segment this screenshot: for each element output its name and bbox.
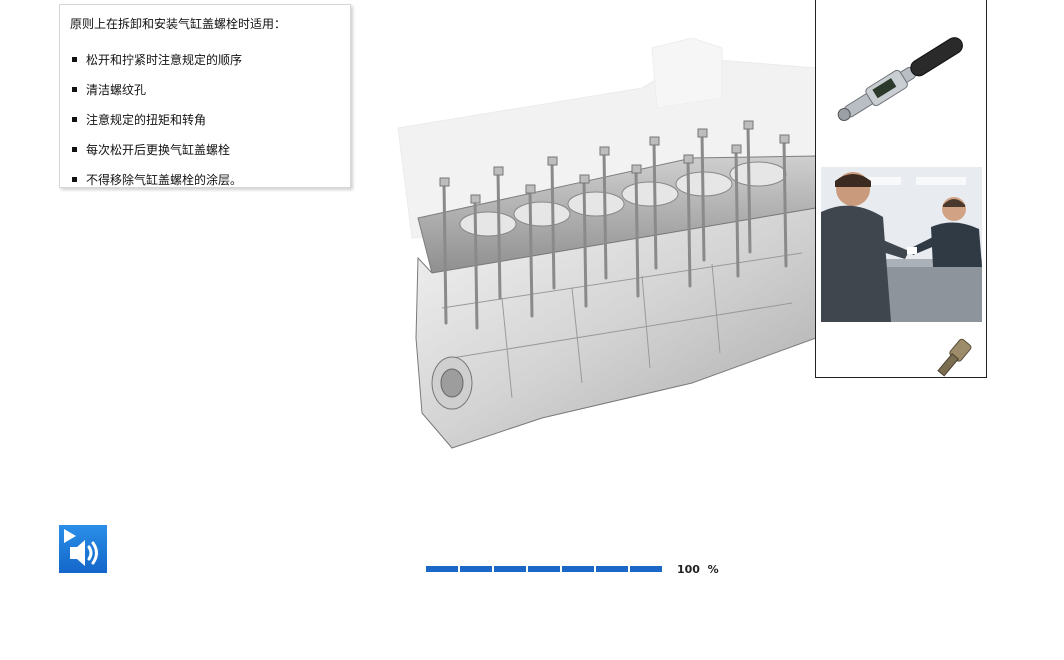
bullet-icon: [72, 176, 77, 182]
socket-tool-icon: [937, 338, 972, 377]
instruction-title: 原则上在拆卸和安装气缸盖螺栓时适用：: [70, 17, 287, 31]
service-counter-photo: [821, 167, 982, 322]
list-item: 不得移除气缸盖螺栓的涂层。: [70, 164, 340, 194]
instruction-panel: 原则上在拆卸和安装气缸盖螺栓时适用： 松开和拧紧时注意规定的顺序 清洁螺纹孔 注…: [59, 4, 351, 188]
bullet-icon: [72, 86, 77, 92]
audio-play-button[interactable]: [59, 525, 107, 573]
progress-segment: [426, 566, 458, 572]
instruction-list: 松开和拧紧时注意规定的顺序 清洁螺纹孔 注意规定的扭矩和转角 每次松开后更换气缸…: [70, 44, 340, 194]
progress-segment: [460, 566, 492, 572]
bullet-icon: [72, 146, 77, 152]
list-item: 清洁螺纹孔: [70, 74, 340, 104]
list-item: 注意规定的扭矩和转角: [70, 104, 340, 134]
progress-segment: [528, 566, 560, 572]
list-item-text: 不得移除气缸盖螺栓的涂层。: [86, 172, 243, 187]
people-illustration: [821, 167, 982, 322]
progress-segment: [596, 566, 628, 572]
bullet-icon: [72, 56, 77, 62]
progress-segment: [630, 566, 662, 572]
progress-percent-label: 100 %: [677, 563, 719, 576]
list-item: 每次松开后更换气缸盖螺栓: [70, 134, 340, 164]
progress-unit: %: [707, 563, 719, 576]
list-item-text: 清洁螺纹孔: [86, 82, 147, 97]
progress-value: 100: [677, 563, 700, 576]
list-item: 松开和拧紧时注意规定的顺序: [70, 44, 340, 74]
progress-segment: [562, 566, 594, 572]
list-item-text: 每次松开后更换气缸盖螺栓: [86, 142, 231, 157]
play-speaker-icon: [64, 529, 98, 566]
progress-segment: [494, 566, 526, 572]
reference-images-panel: [815, 0, 987, 378]
list-item-text: 注意规定的扭矩和转角: [86, 112, 207, 127]
bullet-icon: [72, 116, 77, 122]
progress-bar: [426, 566, 662, 572]
list-item-text: 松开和拧紧时注意规定的顺序: [86, 52, 243, 67]
engine-block-illustration: [397, 38, 816, 449]
torque-wrench-icon: [837, 37, 963, 122]
